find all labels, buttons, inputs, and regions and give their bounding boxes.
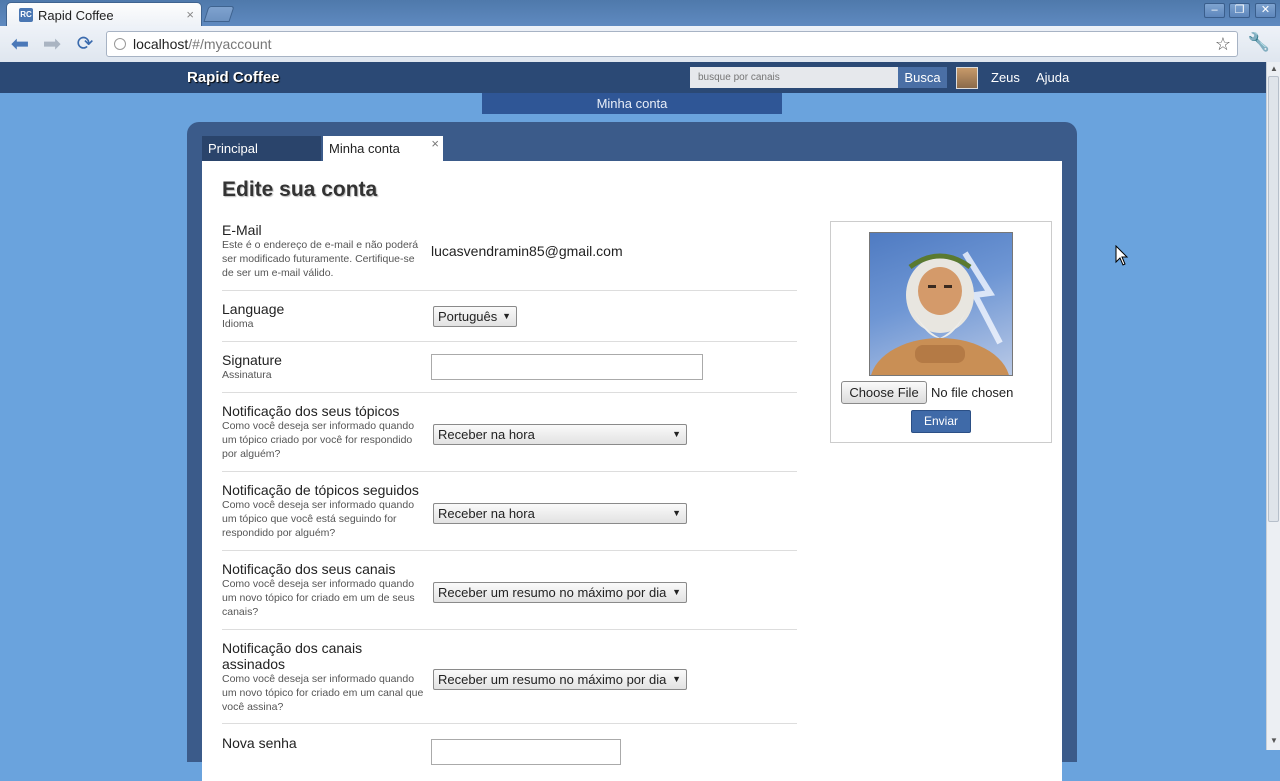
language-label: Language <box>222 301 285 317</box>
notif-own-channels-row: Notificação dos seus canais Como você de… <box>222 561 797 630</box>
notif-subscribed-channels-label: Notificação dos canais assinados <box>222 640 363 672</box>
new-tab-button[interactable] <box>203 6 235 22</box>
new-password-label: Nova senha <box>222 735 297 751</box>
email-row: E-Mail Este é o endereço de e-mail e não… <box>222 222 797 291</box>
page-info-icon[interactable] <box>114 38 126 50</box>
notif-own-topics-hint: Como você deseja ser informado quando um… <box>222 420 415 460</box>
dropdown-arrow-icon: ▼ <box>672 508 681 518</box>
notif-followed-topics-select[interactable]: Receber na hora ▼ <box>433 503 687 524</box>
user-link[interactable]: Zeus <box>991 70 1020 85</box>
minimize-icon[interactable]: – <box>1204 3 1225 18</box>
search-input[interactable] <box>690 67 898 88</box>
signature-input[interactable] <box>431 354 703 380</box>
breadcrumb: Minha conta <box>482 93 782 114</box>
email-value: lucasvendramin85@gmail.com <box>431 243 623 259</box>
photo-upload-box: Choose File No file chosen Enviar <box>830 221 1052 443</box>
notif-followed-topics-label: Notificação de tópicos seguidos <box>222 482 419 498</box>
language-hint: Idioma <box>222 318 254 330</box>
notif-own-topics-select[interactable]: Receber na hora ▼ <box>433 424 687 445</box>
notif-own-channels-select[interactable]: Receber um resumo no máximo por dia ▼ <box>433 582 687 603</box>
notif-subscribed-channels-row: Notificação dos canais assinados Como vo… <box>222 640 797 724</box>
notif-subscribed-channels-selected: Receber um resumo no máximo por dia <box>438 672 667 687</box>
mouse-cursor-icon <box>1115 245 1129 266</box>
address-bar[interactable]: localhost/#/myaccount ☆ <box>106 31 1238 57</box>
search-button[interactable]: Busca <box>898 67 947 88</box>
scroll-up-icon[interactable]: ▲ <box>1268 64 1280 73</box>
favicon-icon: RC <box>19 8 33 22</box>
scrollbar-thumb[interactable] <box>1268 76 1279 522</box>
notif-own-channels-label: Notificação dos seus canais <box>222 561 396 577</box>
url-path: /#/myaccount <box>188 36 272 52</box>
reload-icon[interactable]: ⟳ <box>73 32 97 56</box>
signature-hint: Assinatura <box>222 369 272 381</box>
user-avatar[interactable] <box>956 67 978 89</box>
back-icon[interactable]: ⬅ <box>8 32 32 56</box>
url-host: localhost <box>133 36 189 52</box>
browser-toolbar: ⬅ ➡ ⟳ localhost/#/myaccount ☆ 🔧 <box>0 26 1280 63</box>
email-hint: Este é o endereço de e-mail e não poderá… <box>222 239 419 279</box>
choose-file-button[interactable]: Choose File <box>841 381 927 404</box>
dropdown-arrow-icon: ▼ <box>672 587 681 597</box>
wrench-menu-icon[interactable]: 🔧 <box>1248 32 1270 53</box>
file-status: No file chosen <box>931 385 1014 400</box>
tab-minha-conta[interactable]: Minha conta × <box>323 136 443 161</box>
browser-tab[interactable]: RC Rapid Coffee × <box>6 2 202 26</box>
browser-tabstrip: RC Rapid Coffee × – ❐ ✕ <box>0 0 1280 26</box>
bookmark-star-icon[interactable]: ☆ <box>1215 34 1231 55</box>
new-password-input[interactable] <box>431 739 621 765</box>
notif-followed-topics-row: Notificação de tópicos seguidos Como voc… <box>222 482 797 551</box>
notif-own-topics-selected: Receber na hora <box>438 427 535 442</box>
notif-followed-topics-hint: Como você deseja ser informado quando um… <box>222 499 415 539</box>
scroll-down-icon[interactable]: ▼ <box>1268 736 1280 745</box>
url-text: localhost/#/myaccount <box>133 36 272 52</box>
signature-label: Signature <box>222 352 282 368</box>
notif-own-topics-label: Notificação dos seus tópicos <box>222 403 400 419</box>
page-title: Edite sua conta <box>222 178 378 201</box>
profile-photo <box>869 232 1013 376</box>
language-selected: Português <box>438 309 498 324</box>
email-label: E-Mail <box>222 222 262 238</box>
zeus-portrait <box>871 251 1009 375</box>
notif-own-channels-selected: Receber um resumo no máximo por dia <box>438 585 667 600</box>
notif-followed-topics-selected: Receber na hora <box>438 506 535 521</box>
tab-label: Minha conta <box>329 141 400 156</box>
help-link[interactable]: Ajuda <box>1036 70 1069 85</box>
dropdown-arrow-icon: ▼ <box>672 429 681 439</box>
dropdown-arrow-icon: ▼ <box>672 674 681 684</box>
close-window-icon[interactable]: ✕ <box>1255 3 1276 18</box>
notif-own-channels-hint: Como você deseja ser informado quando um… <box>222 578 415 618</box>
account-form-area: Edite sua conta E-Mail Este é o endereço… <box>202 161 1062 781</box>
tab-principal[interactable]: Principal <box>202 136 321 161</box>
upload-submit-button[interactable]: Enviar <box>911 410 971 433</box>
language-row: Language Idioma Português ▼ <box>222 301 797 342</box>
app-header: Rapid Coffee Busca Zeus Ajuda <box>0 62 1266 93</box>
language-select[interactable]: Português ▼ <box>433 306 517 327</box>
browser-tab-title: Rapid Coffee <box>38 8 114 23</box>
dropdown-arrow-icon: ▼ <box>502 311 511 321</box>
forward-icon[interactable]: ➡ <box>40 32 64 56</box>
main-panel: Principal Minha conta × Edite sua conta … <box>187 122 1077 781</box>
brand-logo[interactable]: Rapid Coffee <box>187 69 280 86</box>
close-tab-icon[interactable]: × <box>431 131 439 156</box>
notif-own-topics-row: Notificação dos seus tópicos Como você d… <box>222 403 797 472</box>
close-tab-icon[interactable]: × <box>186 7 194 22</box>
notif-subscribed-channels-hint: Como você deseja ser informado quando um… <box>222 673 424 713</box>
signature-row: Signature Assinatura <box>222 352 797 393</box>
restore-icon[interactable]: ❐ <box>1229 3 1250 18</box>
notif-subscribed-channels-select[interactable]: Receber um resumo no máximo por dia ▼ <box>433 669 687 690</box>
new-password-row: Nova senha <box>222 735 797 775</box>
vertical-scrollbar[interactable]: ▲ ▼ <box>1266 62 1280 750</box>
